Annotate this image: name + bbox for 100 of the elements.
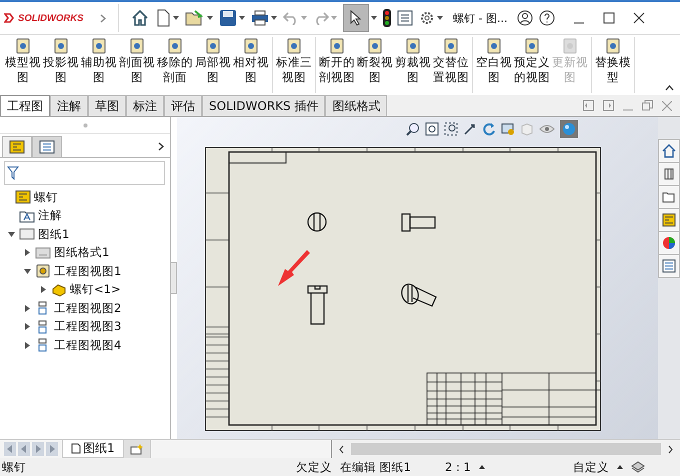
tree-item[interactable]: 图纸格式1 bbox=[54, 245, 110, 260]
scrollbar-thumb[interactable] bbox=[350, 443, 661, 455]
close-icon[interactable] bbox=[633, 12, 646, 24]
ribbon-tab[interactable]: 评估 bbox=[164, 95, 202, 116]
dropdown-icon[interactable] bbox=[173, 16, 179, 20]
ribbon-tab[interactable]: 工程图 bbox=[0, 95, 50, 116]
home-button[interactable] bbox=[658, 139, 680, 163]
status-editing: 在编辑 图纸1 bbox=[340, 460, 411, 474]
ribbon-tab[interactable]: 标注 bbox=[126, 95, 164, 116]
collapsed-arrow-icon[interactable] bbox=[40, 286, 46, 294]
drawing-view-icon bbox=[562, 38, 578, 54]
tree-item[interactable]: 工程图视图3 bbox=[54, 319, 122, 334]
drawing-view-icon bbox=[486, 38, 502, 54]
tree-item[interactable]: 图纸1 bbox=[38, 226, 70, 242]
settings-icon[interactable] bbox=[419, 10, 435, 26]
open-folder-icon[interactable] bbox=[185, 9, 205, 27]
ribbon-button[interactable]: 空白视图 bbox=[475, 37, 513, 93]
expand-icon[interactable] bbox=[100, 14, 106, 22]
select-button[interactable] bbox=[343, 4, 369, 32]
tile-right-icon[interactable] bbox=[603, 100, 614, 111]
ribbon-button[interactable]: 断开的剖视图 bbox=[318, 37, 356, 93]
panel-collapse-handle[interactable] bbox=[171, 262, 177, 294]
collapsed-arrow-icon[interactable] bbox=[24, 249, 30, 256]
new-document-icon[interactable] bbox=[155, 9, 171, 27]
properties-button[interactable] bbox=[658, 254, 680, 278]
tree-item[interactable]: 注解 bbox=[38, 208, 62, 224]
visibility-icon[interactable] bbox=[538, 122, 554, 136]
dropdown-icon[interactable] bbox=[371, 16, 377, 20]
books-icon bbox=[662, 167, 676, 181]
ribbon-button[interactable]: 剪裁视图 bbox=[394, 37, 432, 93]
save-icon[interactable] bbox=[219, 9, 237, 27]
ribbon-tab[interactable]: 注解 bbox=[50, 95, 88, 116]
drawing-view-icon bbox=[605, 38, 621, 54]
ribbon-button[interactable]: 交替位置视图 bbox=[432, 37, 470, 93]
view-palette-button[interactable] bbox=[658, 208, 680, 232]
expanded-arrow-icon[interactable] bbox=[24, 268, 30, 274]
scroll-right-icon[interactable] bbox=[667, 444, 674, 454]
library-button[interactable] bbox=[658, 162, 680, 186]
appearance-button[interactable] bbox=[560, 120, 578, 138]
sheet-tab[interactable]: 图纸1 bbox=[62, 440, 124, 458]
chevron-right-icon[interactable] bbox=[158, 142, 164, 151]
collapse-ribbon-icon[interactable] bbox=[665, 85, 674, 91]
print-icon[interactable] bbox=[251, 10, 269, 26]
home-icon[interactable] bbox=[131, 9, 149, 27]
expanded-arrow-icon[interactable] bbox=[8, 232, 14, 237]
tree-item[interactable]: 螺钉 bbox=[34, 190, 58, 205]
zoom-icon[interactable] bbox=[406, 122, 420, 136]
ribbon-tab[interactable]: 草图 bbox=[88, 95, 126, 116]
window-title: 螺钉 - 图... bbox=[453, 10, 508, 26]
collapsed-arrow-icon[interactable] bbox=[24, 323, 30, 330]
tree-item[interactable]: 工程图视图2 bbox=[54, 300, 122, 316]
filter-field[interactable] bbox=[4, 161, 165, 185]
collapsed-arrow-icon[interactable] bbox=[24, 342, 30, 349]
grip-icon[interactable] bbox=[82, 122, 88, 128]
component-icon bbox=[51, 282, 67, 297]
previous-view-icon[interactable] bbox=[462, 122, 476, 136]
dropdown-icon[interactable] bbox=[239, 16, 245, 20]
ribbon-button[interactable]: 模型视图 bbox=[4, 37, 42, 93]
tree-item[interactable]: 工程图视图1 bbox=[54, 264, 122, 279]
up-arrow-icon[interactable] bbox=[616, 465, 623, 469]
up-arrow-icon[interactable] bbox=[478, 465, 485, 469]
tree-item[interactable]: 工程图视图4 bbox=[54, 338, 122, 353]
ribbon-button[interactable]: 局部视图 bbox=[194, 37, 232, 93]
ribbon-button[interactable]: 辅助视图 bbox=[80, 37, 118, 93]
ribbon-button[interactable]: 移除的剖面 bbox=[156, 37, 194, 93]
section-view-icon[interactable] bbox=[500, 122, 514, 136]
file-explorer-button[interactable] bbox=[658, 185, 680, 209]
sheet-icon bbox=[19, 227, 35, 242]
scroll-left-icon[interactable] bbox=[338, 444, 345, 454]
status-scale[interactable]: 2 : 1 bbox=[444, 460, 471, 474]
ribbon-button[interactable]: 替换模型 bbox=[594, 37, 632, 93]
ribbon-tab[interactable]: 图纸格式 bbox=[325, 95, 388, 116]
ribbon-button[interactable]: 预定义的视图 bbox=[513, 37, 551, 93]
ribbon-button[interactable]: 标准三视图 bbox=[275, 37, 313, 93]
zoom-to-fit-icon[interactable] bbox=[424, 122, 438, 136]
ribbon-button[interactable]: 剖面视图 bbox=[118, 37, 156, 93]
zoom-area-icon[interactable] bbox=[444, 122, 458, 136]
dropdown-icon[interactable] bbox=[207, 16, 213, 20]
add-sheet-button[interactable] bbox=[124, 440, 151, 458]
feature-tree-tab[interactable] bbox=[2, 136, 32, 157]
rebuild-icon[interactable] bbox=[630, 461, 645, 473]
maximize-icon[interactable] bbox=[603, 12, 616, 24]
dropdown-icon[interactable] bbox=[271, 16, 277, 20]
tree-item[interactable]: 螺钉<1> bbox=[70, 282, 121, 298]
collapsed-arrow-icon[interactable] bbox=[24, 304, 30, 312]
dropdown-icon[interactable] bbox=[437, 16, 443, 20]
ribbon-button[interactable]: 投影视图 bbox=[42, 37, 80, 93]
property-tab[interactable] bbox=[32, 136, 62, 157]
traffic-light-icon[interactable] bbox=[383, 9, 391, 27]
part-icon bbox=[15, 190, 31, 204]
appearance-button[interactable] bbox=[658, 231, 680, 255]
ribbon-button[interactable]: 相对视图 bbox=[232, 37, 270, 93]
list-icon[interactable] bbox=[397, 10, 413, 26]
rotate-icon[interactable] bbox=[482, 122, 496, 136]
status-units[interactable]: 自定义 bbox=[572, 460, 609, 474]
tile-left-icon[interactable] bbox=[583, 100, 594, 111]
ribbon-tab[interactable]: SOLIDWORKS 插件 bbox=[202, 95, 326, 116]
user-icon[interactable] bbox=[517, 10, 534, 26]
ribbon-button[interactable]: 断裂视图 bbox=[356, 37, 394, 93]
help-icon[interactable] bbox=[539, 10, 556, 26]
